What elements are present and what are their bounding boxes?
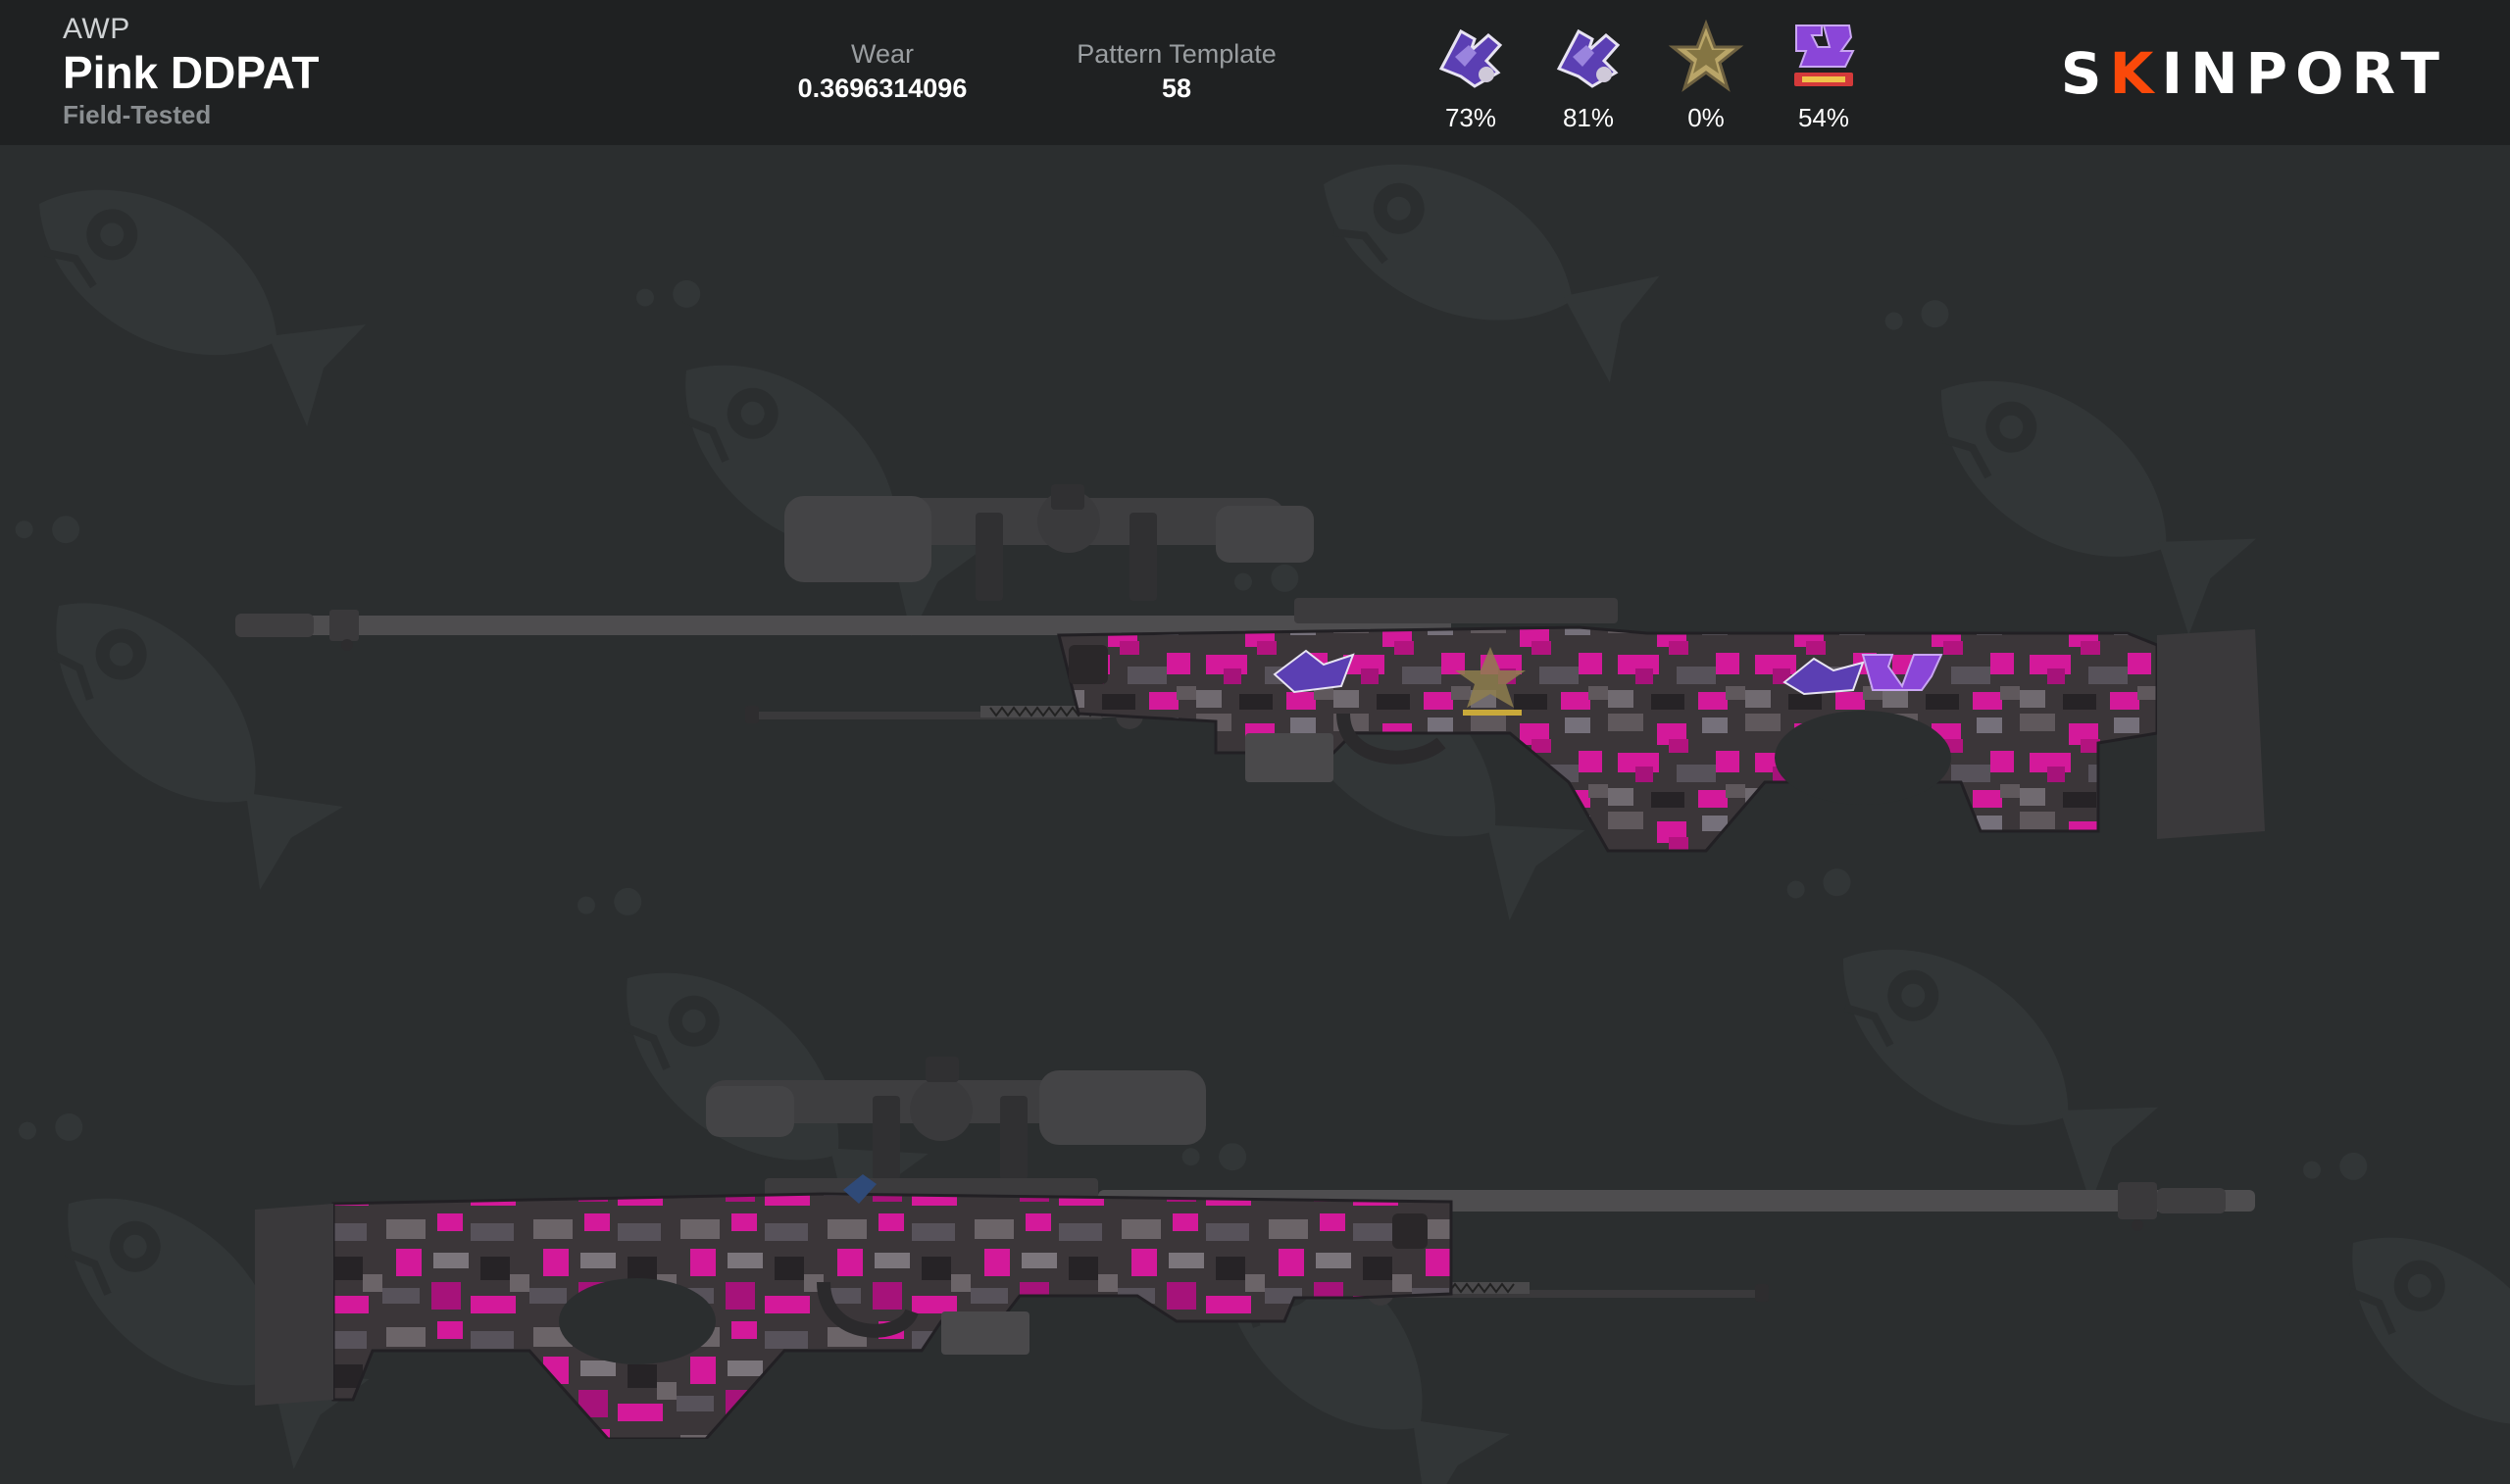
purple-dragon-sticker-icon [1438, 28, 1503, 88]
skin-name-title: Pink DDPAT [63, 47, 320, 98]
logo-prefix: S [2060, 40, 2110, 107]
sticker-slot-1[interactable]: 73% [1422, 18, 1520, 133]
wear-label: Wear [850, 39, 915, 69]
sticker-list: 73% 81% 0% 54% [1422, 18, 1882, 135]
pattern-template-label: Pattern Template [1077, 39, 1277, 69]
pattern-template-value: 58 [1161, 74, 1192, 103]
gold-star-sticker-icon [1668, 19, 1744, 92]
purple-dragon-sticker-icon [1556, 28, 1621, 88]
pattern-template-stat: Pattern Template 58 [1049, 37, 1304, 106]
sticker-wear-4: 54% [1797, 103, 1850, 132]
item-title-block: AWP Pink DDPAT Field-Tested [63, 12, 320, 131]
weapon-preview-canvas [0, 145, 2510, 1484]
sticker-slot-3[interactable]: 0% [1657, 18, 1755, 133]
item-header: AWP Pink DDPAT Field-Tested Wear 0.36963… [0, 0, 2510, 145]
logo-accent-letter: K [2109, 40, 2162, 107]
awp-rifle-side-right [235, 484, 2265, 853]
sticker-wear-1: 73% [1444, 103, 1497, 132]
sticker-wear-3: 0% [1687, 103, 1725, 132]
sticker-wear-2: 81% [1562, 103, 1615, 132]
weapon-type-label: AWP [63, 13, 130, 45]
awp-rifle-side-left [255, 1057, 2255, 1439]
skinport-logo: SKINPORT [2061, 39, 2447, 108]
exterior-label: Field-Tested [63, 100, 212, 129]
logo-suffix: INPORT [2161, 40, 2447, 107]
wear-stat: Wear 0.3696314096 [765, 37, 1000, 106]
sticker-slot-2[interactable]: 81% [1539, 18, 1637, 133]
sticker-slot-4[interactable]: 54% [1775, 18, 1873, 133]
wear-value: 0.3696314096 [797, 74, 968, 103]
purple-team-logo-sticker-icon [1794, 25, 1855, 86]
skinport-logo-text: SKINPORT [2061, 40, 2447, 107]
